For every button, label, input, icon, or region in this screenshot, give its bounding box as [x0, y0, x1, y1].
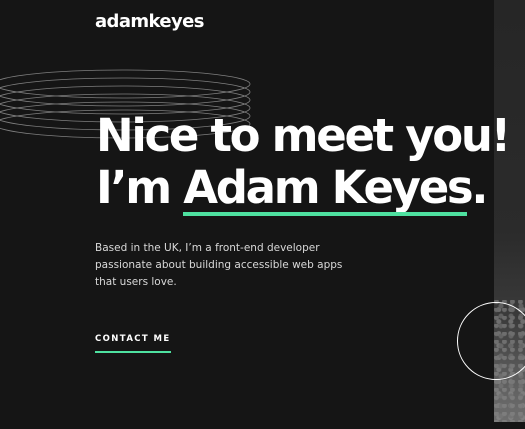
decorative-circle [457, 302, 525, 380]
headline-greeting: Nice to meet you! [96, 109, 511, 162]
headline-suffix: . [471, 161, 488, 214]
headline-name: Adam Keyes [183, 161, 474, 216]
portfolio-hero-page: adamkeyes Nice to meet you! I’m Adam Key… [0, 0, 525, 429]
site-logo[interactable]: adamkeyes [95, 9, 204, 35]
contact-me-link[interactable]: CONTACT ME [95, 333, 171, 353]
headline-intro: I’m Adam Keyes. [96, 161, 509, 216]
headline-prefix: I’m [96, 161, 184, 214]
hero-headline: Nice to meet you! I’m Adam Keyes. [96, 109, 511, 216]
hero-bio: Based in the UK, I’m a front-end develop… [95, 242, 343, 288]
